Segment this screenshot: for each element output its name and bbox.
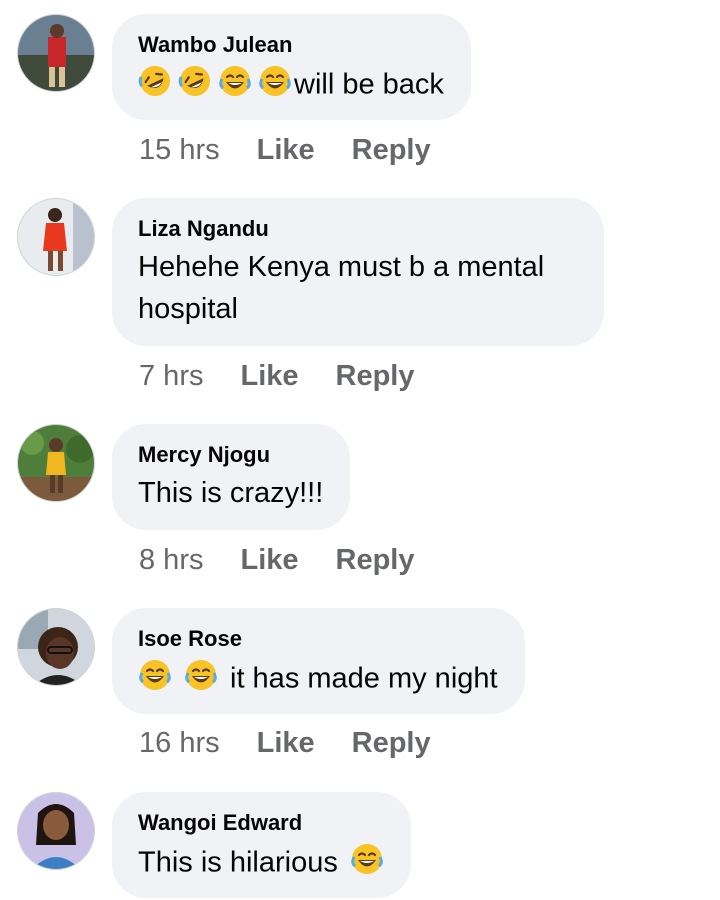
comment-timestamp[interactable]: 16 hrs (139, 727, 220, 760)
reply-button[interactable]: Reply (336, 544, 415, 577)
comment-actions: 15 hrs Like Reply (139, 134, 431, 167)
tears-of-joy-emoji-icon (218, 64, 252, 98)
comment-bubble: Wambo Julean will be back (112, 14, 471, 120)
comment-bubble: Isoe Rose it has made my night (112, 608, 525, 714)
comment-text: This is hilarious (138, 840, 384, 883)
comment-text: Hehehe Kenya must b a mental hospital (138, 251, 545, 325)
comment-author[interactable]: Wambo Julean (138, 32, 444, 58)
comment-text: This is crazy!!! (138, 477, 324, 509)
reply-button[interactable]: Reply (336, 360, 415, 393)
reply-button[interactable]: Reply (352, 727, 431, 760)
comment-timestamp[interactable]: 8 hrs (139, 544, 203, 577)
avatar[interactable] (17, 792, 95, 870)
comment-timestamp[interactable]: 7 hrs (139, 360, 203, 393)
avatar[interactable] (17, 424, 95, 502)
comment-actions: 7 hrs Like Reply (139, 360, 415, 393)
like-button[interactable]: Like (240, 360, 298, 393)
avatar[interactable] (17, 14, 95, 92)
comment-bubble: Liza Ngandu Hehehe Kenya must b a mental… (112, 198, 604, 346)
tears-of-joy-emoji-icon (258, 64, 292, 98)
comment-author[interactable]: Isoe Rose (138, 626, 498, 652)
like-button[interactable]: Like (257, 727, 315, 760)
comment-text-content: will be back (294, 68, 444, 101)
comment-author[interactable]: Wangoi Edward (138, 810, 384, 836)
comment-timestamp[interactable]: 15 hrs (139, 134, 220, 167)
comment-actions: 8 hrs Like Reply (139, 544, 415, 577)
tears-of-joy-emoji-icon (350, 842, 384, 876)
comment-text: it has made my night (138, 656, 498, 699)
avatar[interactable] (17, 608, 95, 686)
avatar[interactable] (17, 198, 95, 276)
rolling-laughing-emoji-icon (138, 64, 172, 98)
like-button[interactable]: Like (257, 134, 315, 167)
rolling-laughing-emoji-icon (178, 64, 212, 98)
tears-of-joy-emoji-icon (184, 658, 218, 692)
reply-button[interactable]: Reply (352, 134, 431, 167)
tears-of-joy-emoji-icon (138, 658, 172, 692)
comment-author[interactable]: Liza Ngandu (138, 216, 577, 242)
comment-text-content: This is hilarious (138, 846, 338, 879)
comment-bubble: Mercy Njogu This is crazy!!! (112, 424, 351, 530)
comment-author[interactable]: Mercy Njogu (138, 442, 323, 468)
comment-text: will be back (138, 62, 444, 105)
comment-actions: 16 hrs Like Reply (139, 727, 431, 760)
comment-bubble: Wangoi Edward This is hilarious (112, 792, 411, 898)
like-button[interactable]: Like (240, 544, 298, 577)
comment-text-content: it has made my night (230, 662, 498, 695)
